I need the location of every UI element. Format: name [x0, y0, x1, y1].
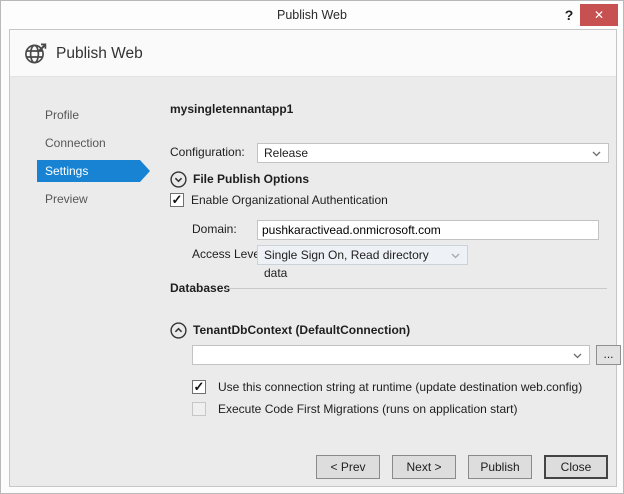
- tenant-db-header[interactable]: TenantDbContext (DefaultConnection): [193, 323, 410, 337]
- publish-web-globe-icon: [23, 41, 49, 67]
- access-level-label: Access Level:: [192, 245, 266, 264]
- execute-migrations-checkbox: [192, 402, 206, 416]
- databases-divider: [226, 288, 607, 289]
- check-icon: ✓: [194, 379, 205, 394]
- file-publish-options-header[interactable]: File Publish Options: [193, 172, 309, 186]
- titlebar: Publish Web ? ✕: [1, 1, 623, 29]
- dialog-header-title: Publish Web: [56, 30, 143, 77]
- configuration-value: Release: [264, 146, 308, 160]
- close-dialog-button[interactable]: Close: [544, 455, 608, 479]
- connection-string-input[interactable]: [193, 346, 567, 364]
- tenant-db-collapser-icon[interactable]: [170, 322, 187, 339]
- chevron-down-icon[interactable]: [573, 353, 582, 359]
- use-connection-string-checkbox[interactable]: ✓: [192, 380, 206, 394]
- sidebar-item-settings[interactable]: Settings: [37, 160, 140, 182]
- next-button[interactable]: Next >: [392, 455, 456, 479]
- dialog-panel: Publish Web Profile Connection Settings …: [9, 29, 617, 487]
- profile-name: mysingletennantapp1: [170, 102, 293, 116]
- domain-field-wrap: [257, 220, 599, 240]
- window-title: Publish Web: [1, 1, 623, 29]
- publish-web-dialog: Publish Web ? ✕ Publish Web Profile Conn…: [0, 0, 624, 494]
- publish-button[interactable]: Publish: [468, 455, 532, 479]
- file-publish-options-expander-icon[interactable]: [170, 171, 187, 188]
- chevron-down-icon: [451, 253, 460, 259]
- enable-org-auth-label[interactable]: Enable Organizational Authentication: [191, 193, 388, 207]
- databases-heading: Databases: [170, 281, 230, 295]
- access-level-value: Single Sign On, Read directory data: [264, 248, 429, 280]
- dialog-header: Publish Web: [10, 30, 616, 77]
- close-button[interactable]: ✕: [580, 4, 618, 26]
- execute-migrations-label: Execute Code First Migrations (runs on a…: [218, 402, 517, 416]
- sidebar-item-profile[interactable]: Profile: [37, 104, 140, 126]
- chevron-down-icon: [592, 151, 601, 157]
- domain-input[interactable]: [258, 221, 598, 239]
- sidebar-item-connection[interactable]: Connection: [37, 132, 140, 154]
- configuration-label: Configuration:: [170, 143, 245, 162]
- configuration-dropdown[interactable]: Release: [257, 143, 609, 163]
- connection-string-combobox[interactable]: [192, 345, 590, 365]
- use-connection-string-label[interactable]: Use this connection string at runtime (u…: [218, 380, 582, 394]
- prev-button[interactable]: < Prev: [316, 455, 380, 479]
- access-level-dropdown: Single Sign On, Read directory data: [257, 245, 468, 265]
- domain-label: Domain:: [192, 220, 237, 239]
- selected-item-arrow: [140, 160, 150, 182]
- check-icon: ✓: [172, 192, 183, 207]
- sidebar-item-preview[interactable]: Preview: [37, 188, 140, 210]
- browse-button[interactable]: ...: [596, 345, 621, 365]
- help-button[interactable]: ?: [559, 5, 579, 26]
- enable-org-auth-checkbox[interactable]: ✓: [170, 193, 184, 207]
